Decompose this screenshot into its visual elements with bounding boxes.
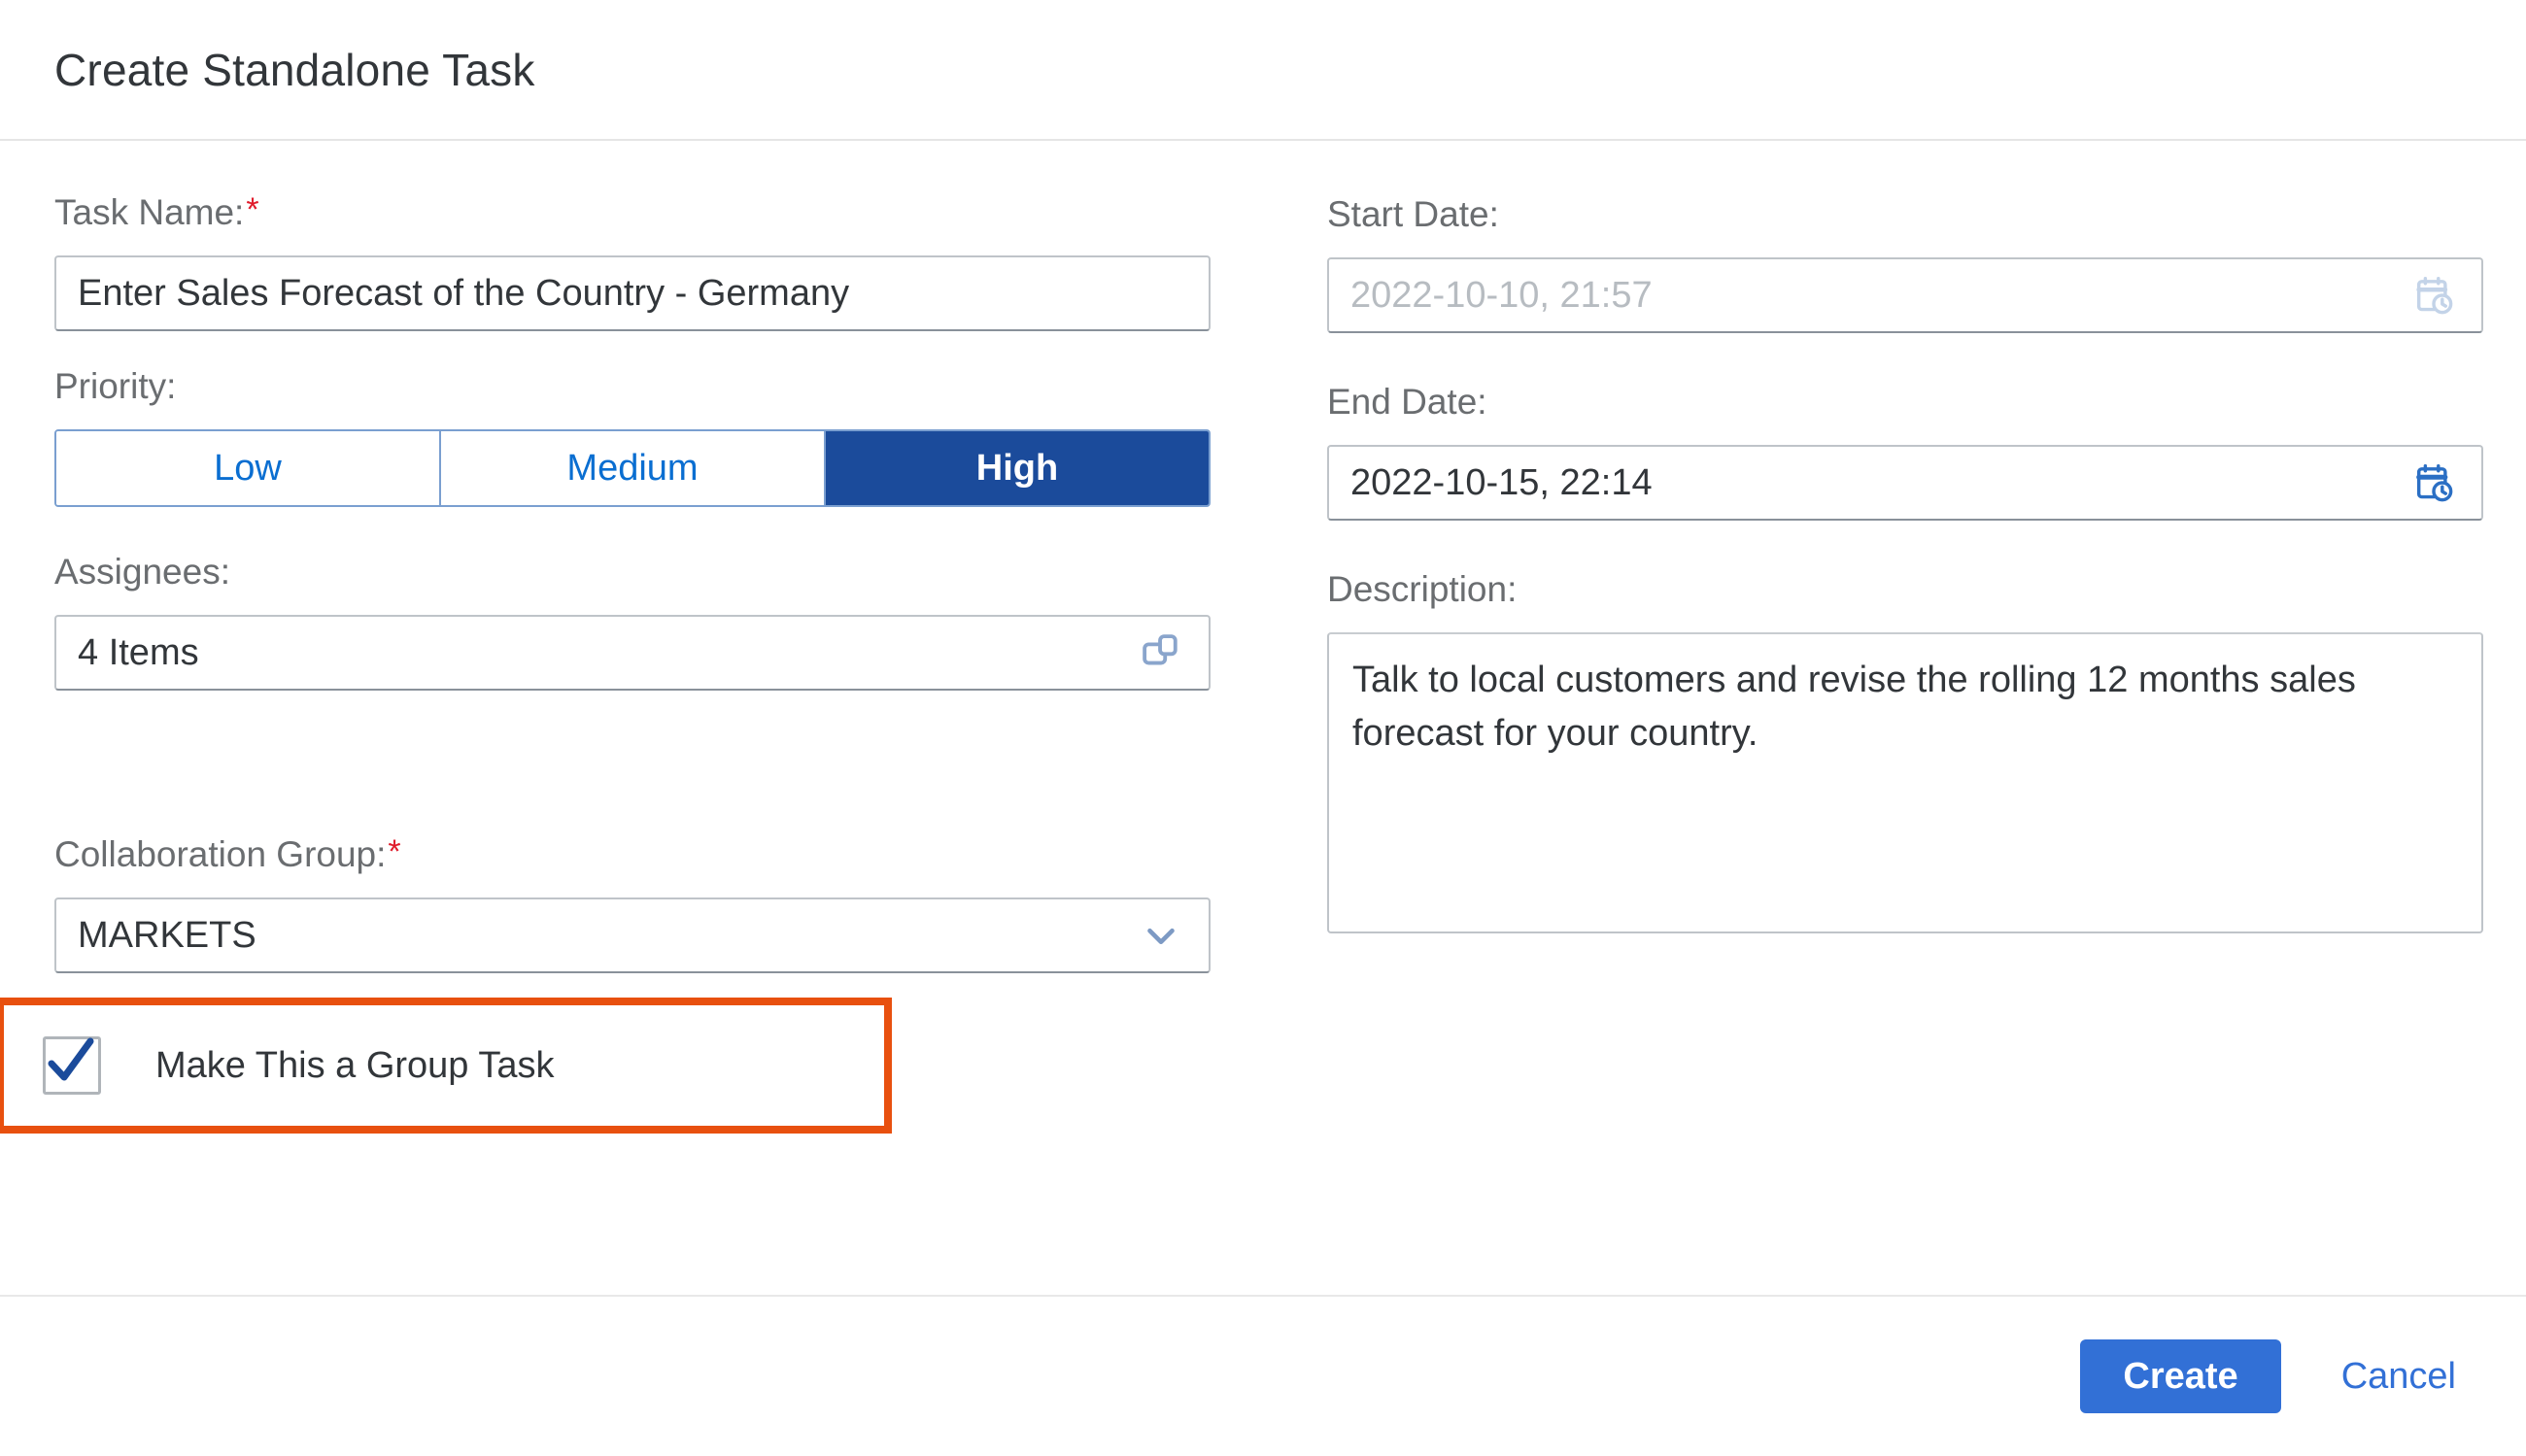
priority-segmented-control[interactable]: Low Medium High [54,429,1211,507]
task-name-value: Enter Sales Forecast of the Country - Ge… [78,273,849,315]
assignees-input[interactable]: 4 Items [54,615,1211,691]
description-field: Description: Talk to local customers and… [1327,571,2483,933]
task-name-field: Task Name:* Enter Sales Forecast of the … [54,194,1211,331]
dialog-body: Task Name:* Enter Sales Forecast of the … [0,141,2526,1295]
assignees-value: 4 Items [78,632,199,674]
page-title: Create Standalone Task [54,44,535,96]
create-button[interactable]: Create [2080,1339,2280,1413]
end-date-label: End Date: [1327,384,2483,420]
group-task-label: Make This a Group Task [155,1045,554,1087]
collaboration-group-field: Collaboration Group:* MARKETS [54,836,1211,973]
collaboration-group-label: Collaboration Group:* [54,836,1211,872]
priority-option-high[interactable]: High [826,431,1209,505]
description-label: Description: [1327,571,2483,607]
priority-field: Priority: Low Medium High [54,368,1211,507]
priority-option-medium[interactable]: Medium [441,431,826,505]
assignees-field: Assignees: 4 Items [54,554,1211,691]
right-column: Start Date: 2022-10-10, 21:57 [1327,194,2483,1295]
spacer [54,507,1211,554]
priority-label: Priority: [54,368,1211,404]
task-name-label: Task Name:* [54,194,1211,230]
start-date-field: Start Date: 2022-10-10, 21:57 [1327,196,2483,333]
cancel-button[interactable]: Cancel [2326,1339,2472,1413]
group-task-checkbox-row[interactable]: Make This a Group Task [0,998,892,1134]
dialog-header: Create Standalone Task [0,0,2526,141]
end-date-input[interactable]: 2022-10-15, 22:14 [1327,445,2483,521]
dialog-footer: Create Cancel [0,1295,2526,1456]
multi-select-icon[interactable] [1135,626,1187,679]
collaboration-group-select[interactable]: MARKETS [54,897,1211,973]
left-column: Task Name:* Enter Sales Forecast of the … [54,194,1211,1295]
calendar-clock-icon[interactable] [2407,269,2460,322]
start-date-label: Start Date: [1327,196,2483,232]
spacer [1327,521,2483,571]
group-task-checkbox[interactable] [43,1036,101,1095]
start-date-placeholder: 2022-10-10, 21:57 [1350,275,1653,317]
assignees-label: Assignees: [54,554,1211,590]
required-asterisk: * [388,833,400,870]
collaboration-group-value: MARKETS [78,915,256,957]
spacer [54,691,1211,836]
create-standalone-task-dialog: Create Standalone Task Task Name:* Enter… [0,0,2526,1456]
required-asterisk: * [246,191,258,228]
calendar-clock-icon[interactable] [2407,457,2460,509]
task-name-input[interactable]: Enter Sales Forecast of the Country - Ge… [54,255,1211,331]
spacer [1327,333,2483,384]
end-date-value: 2022-10-15, 22:14 [1350,462,1653,504]
start-date-input[interactable]: 2022-10-10, 21:57 [1327,257,2483,333]
end-date-field: End Date: 2022-10-15, 22:14 [1327,384,2483,521]
description-textarea[interactable]: Talk to local customers and revise the r… [1327,632,2483,933]
spacer [54,331,1211,368]
chevron-down-icon[interactable] [1135,909,1187,962]
priority-option-low[interactable]: Low [56,431,441,505]
